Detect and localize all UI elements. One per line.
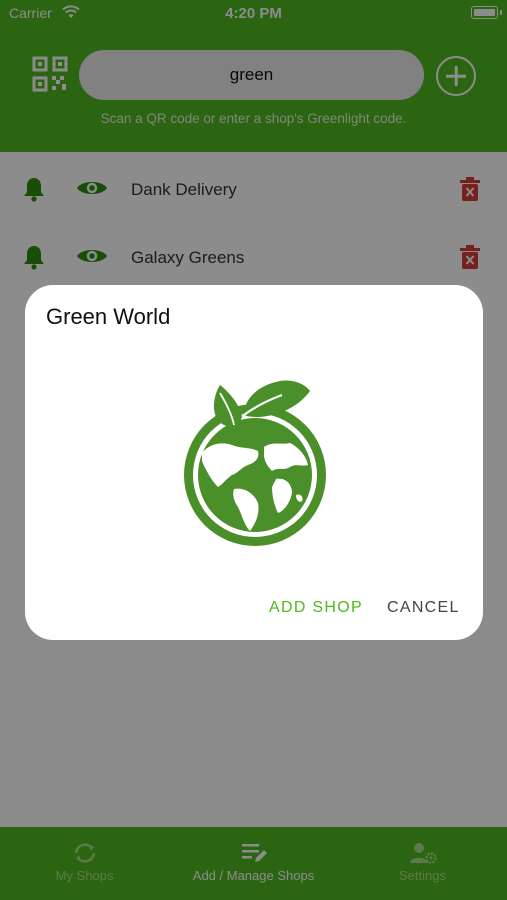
shop-dialog: Green World ADD SHOP CANCEL (25, 285, 483, 640)
cancel-button[interactable]: CANCEL (387, 599, 460, 617)
dialog-title: Green World (46, 304, 171, 329)
add-shop-button[interactable]: ADD SHOP (269, 599, 363, 617)
green-world-logo (184, 380, 326, 546)
